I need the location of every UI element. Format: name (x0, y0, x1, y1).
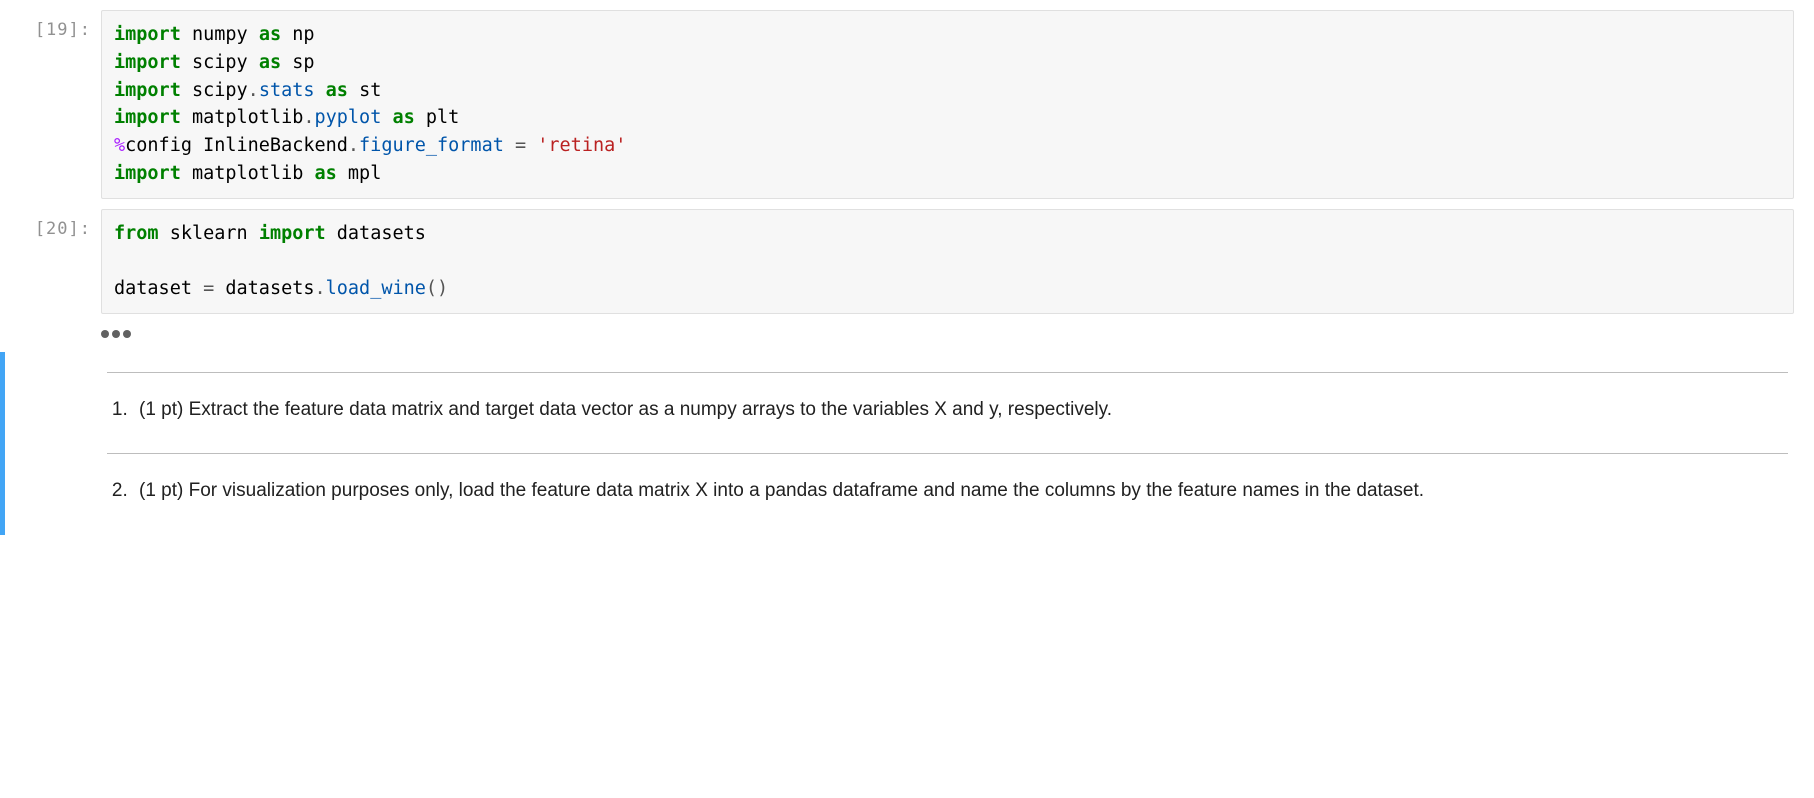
list-item: (1 pt) Extract the feature data matrix a… (133, 395, 1788, 425)
dot-icon (123, 330, 131, 338)
cell-body: from sklearn import datasets dataset = d… (101, 209, 1814, 342)
rendered-markdown: (1 pt) Extract the feature data matrix a… (101, 352, 1794, 507)
code-cell[interactable]: [19]: import numpy as np import scipy as… (0, 10, 1814, 199)
cell-body: import numpy as np import scipy as sp im… (101, 10, 1814, 199)
divider (107, 372, 1788, 373)
dot-icon (112, 330, 120, 338)
code-editor[interactable]: from sklearn import datasets dataset = d… (101, 209, 1794, 314)
input-prompt: [19]: (6, 10, 101, 199)
markdown-cell[interactable]: (1 pt) Extract the feature data matrix a… (0, 352, 1814, 535)
dot-icon (101, 330, 109, 338)
list-item: (1 pt) For visualization purposes only, … (133, 476, 1788, 506)
code-editor[interactable]: import numpy as np import scipy as sp im… (101, 10, 1794, 199)
divider (107, 453, 1788, 454)
notebook: [19]: import numpy as np import scipy as… (0, 0, 1814, 555)
code-cell[interactable]: [20]: from sklearn import datasets datas… (0, 209, 1814, 342)
input-prompt (6, 352, 101, 535)
input-prompt: [20]: (6, 209, 101, 342)
cell-body: (1 pt) Extract the feature data matrix a… (101, 352, 1814, 535)
collapsed-output-icon[interactable] (101, 326, 1794, 342)
